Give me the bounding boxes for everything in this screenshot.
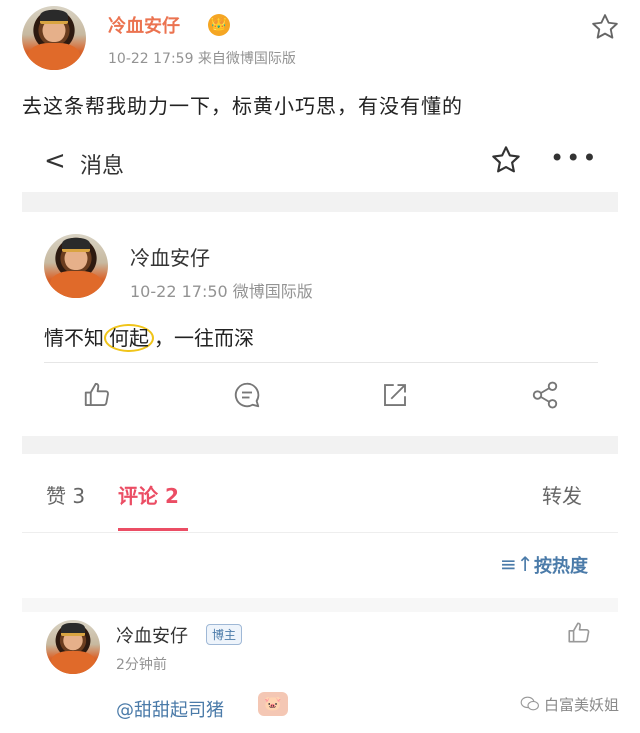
wechat-logo-icon xyxy=(520,696,539,711)
inner-post-meta: 10-22 17:50 微博国际版 xyxy=(130,282,313,301)
nav-star-icon[interactable] xyxy=(490,144,522,176)
message-nav-bar: < 消息 ••• xyxy=(22,140,618,192)
inner-text-before: 情不知 xyxy=(44,326,104,350)
comment-bubble-icon[interactable] xyxy=(232,380,262,410)
post-divider xyxy=(44,362,598,363)
outer-post-text: 去这条帮我助力一下，标黄小巧思，有没有懂的 xyxy=(22,94,463,118)
section-divider xyxy=(22,598,618,612)
comment-avatar[interactable] xyxy=(46,620,100,674)
highlighted-words: 何起 xyxy=(104,324,154,352)
like-thumb-icon[interactable] xyxy=(82,380,112,410)
sort-by-hot-button[interactable]: 按热度 xyxy=(534,552,588,578)
nav-title: 消息 xyxy=(80,154,125,179)
tab-comments[interactable]: 评论 2 xyxy=(118,480,179,509)
active-tab-indicator xyxy=(118,528,188,531)
section-divider xyxy=(22,192,618,212)
outer-author-name[interactable]: 冷血安仔 xyxy=(108,12,180,38)
share-external-icon[interactable] xyxy=(380,380,410,410)
comment-like-icon[interactable] xyxy=(566,620,592,646)
outer-avatar[interactable] xyxy=(22,6,86,70)
comment-time: 2分钟前 xyxy=(116,657,167,673)
tab-likes[interactable]: 赞 3 xyxy=(46,480,85,509)
blogger-badge: 博主 xyxy=(206,624,243,645)
tab-repost[interactable]: 转发 xyxy=(542,480,582,509)
embedded-screenshot: < 消息 ••• 冷血安仔 10-22 17:50 微博国际版 情不知 何起 ，一往… xyxy=(22,140,618,733)
outer-post-meta: 10-22 17:59 来自微博国际版 xyxy=(108,51,296,67)
tabs-divider xyxy=(22,532,618,533)
inner-post-text: 情不知 何起 ，一往而深 xyxy=(44,322,254,352)
comment-mention-text[interactable]: @甜甜起司猪 xyxy=(116,696,224,722)
inner-avatar[interactable] xyxy=(44,234,108,298)
inner-author-name[interactable]: 冷血安仔 xyxy=(130,242,210,271)
crown-badge-icon: 👑 xyxy=(208,14,230,36)
share-nodes-icon[interactable] xyxy=(530,380,560,410)
back-chevron-icon[interactable]: < xyxy=(44,146,66,176)
section-divider xyxy=(22,436,618,454)
comment-author-name[interactable]: 冷血安仔 xyxy=(116,622,188,648)
emoji-icon: 🐷 xyxy=(258,692,288,716)
more-options-icon[interactable]: ••• xyxy=(550,144,598,172)
inner-text-after: ，一往而深 xyxy=(154,326,254,350)
favorite-star-icon[interactable] xyxy=(590,12,620,42)
sort-icon[interactable]: ≡↑ xyxy=(500,552,534,576)
watermark-text: 白富美妖姐 xyxy=(544,696,620,714)
